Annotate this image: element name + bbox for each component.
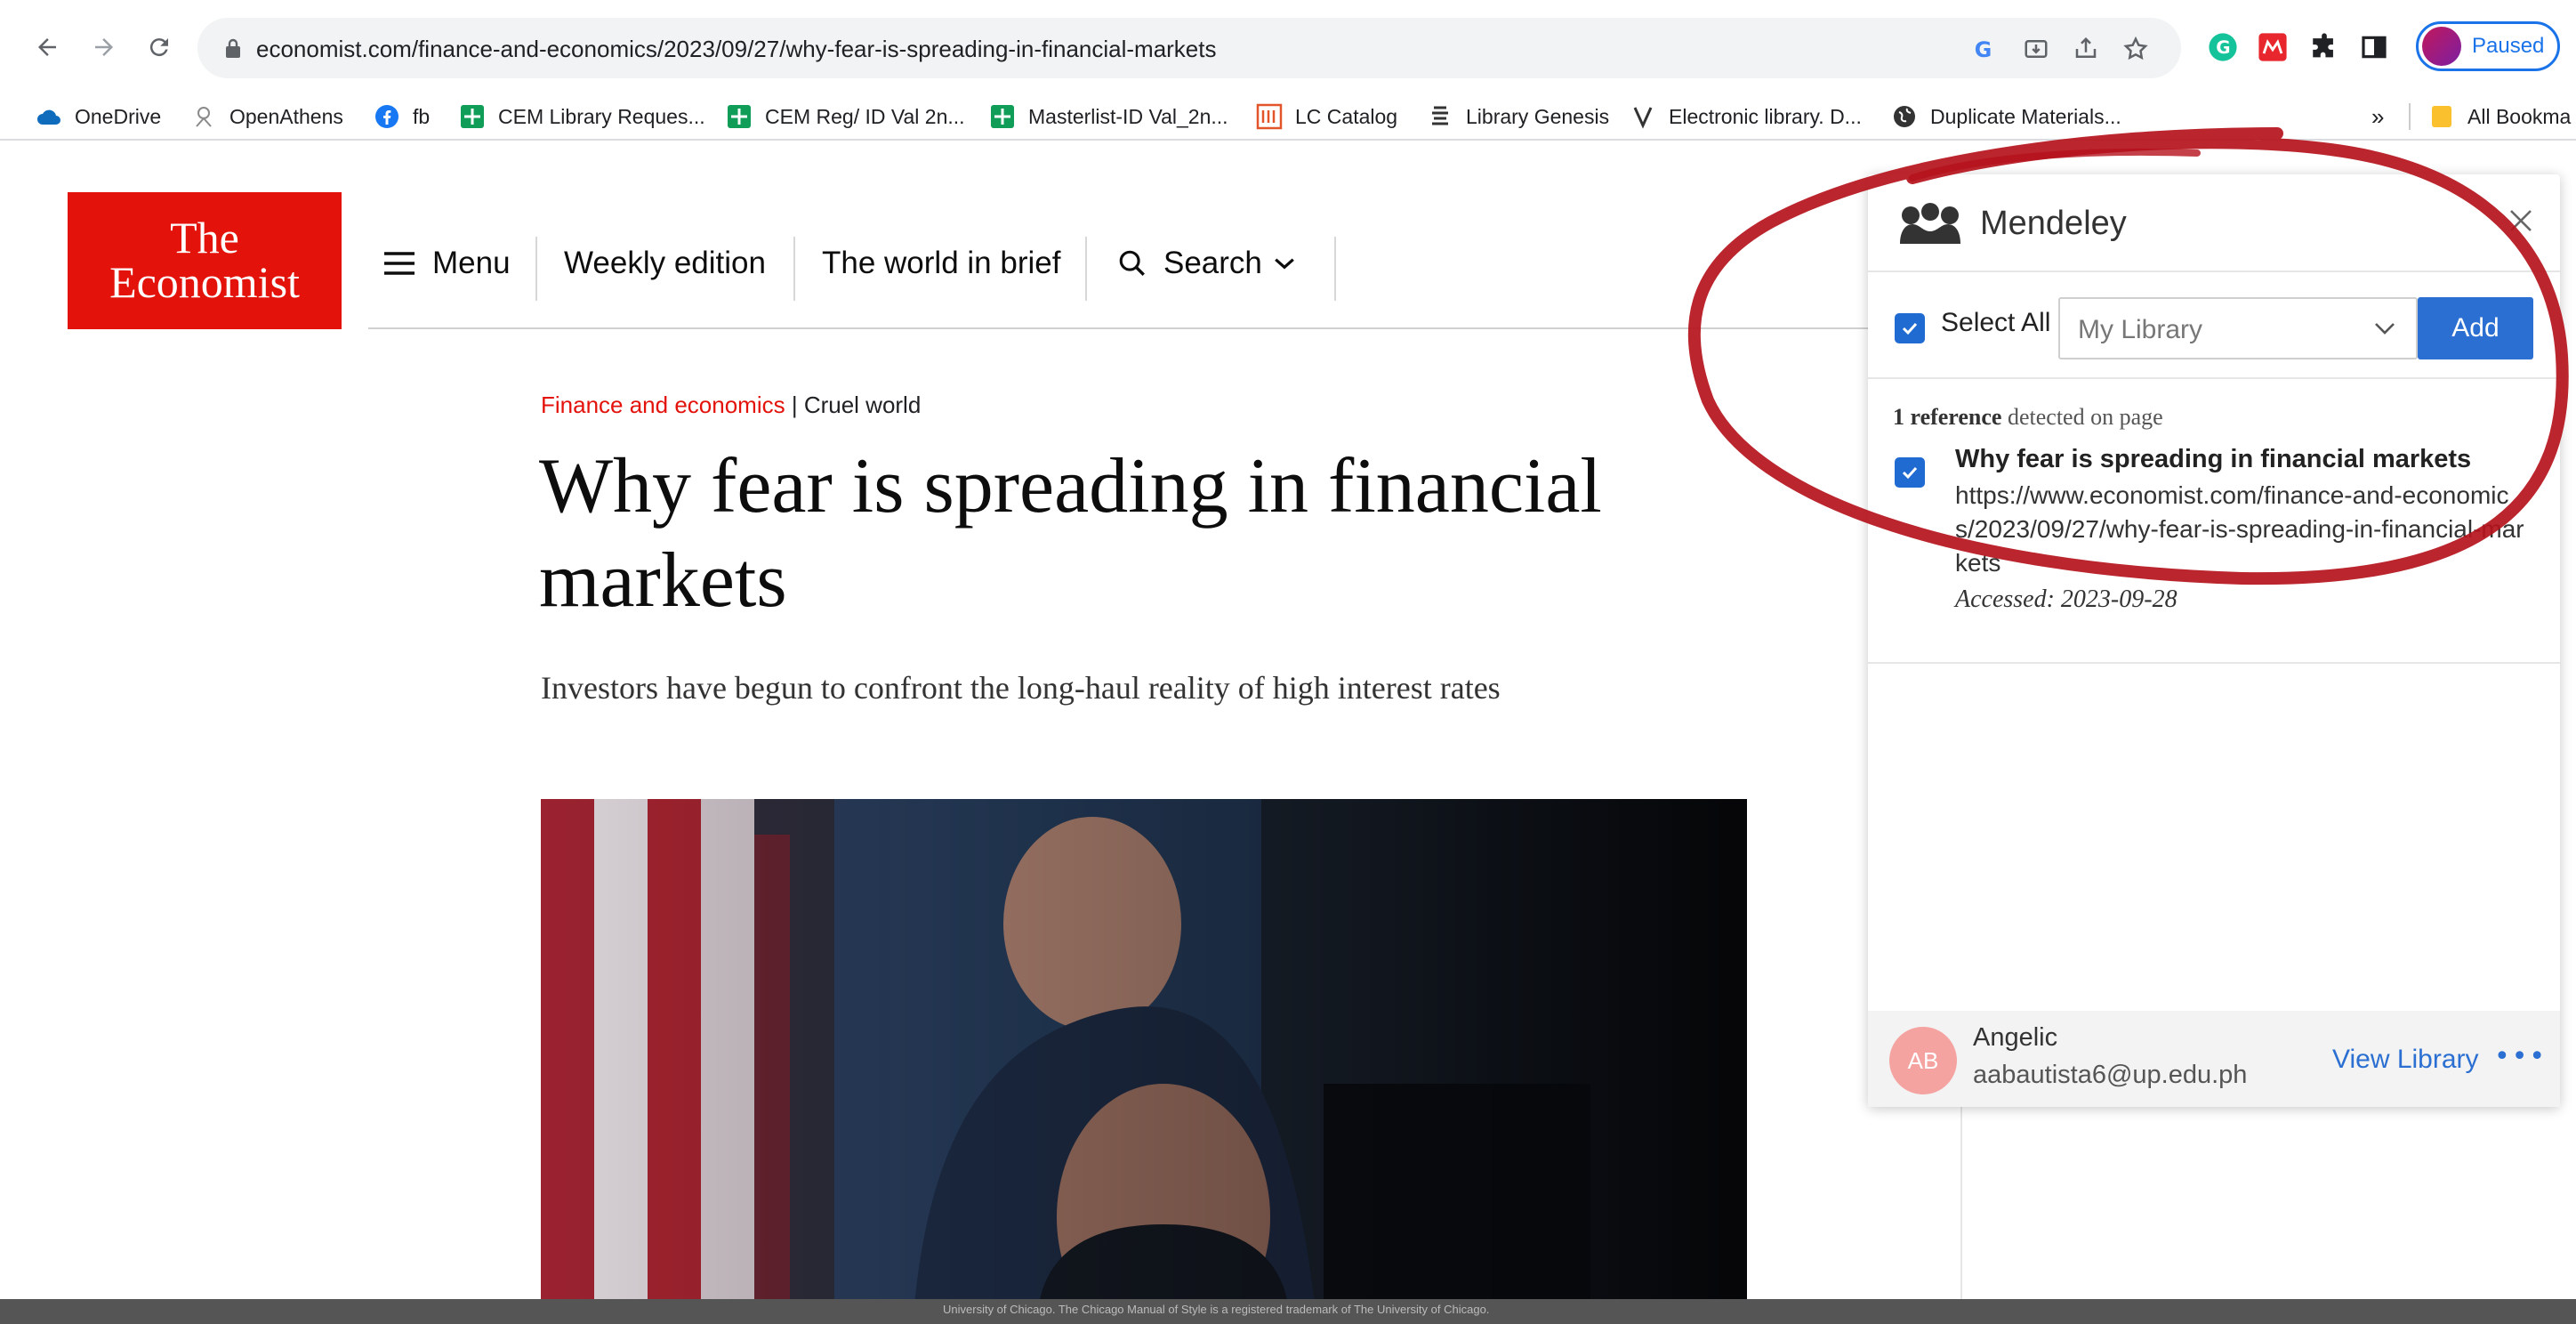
sheets-icon <box>989 103 1016 130</box>
mendeley-popup: Mendeley Select All My Library Add 1 ref… <box>1868 174 2560 1107</box>
library-value: My Library <box>2078 315 2203 344</box>
traders-photo-illustration <box>541 799 1747 1304</box>
bookmark-cem-library-request[interactable]: CEM Library Reques... <box>459 93 705 141</box>
mendeley-extension-icon[interactable] <box>2252 27 2293 68</box>
browser-toolbar: economist.com/finance-and-economics/2023… <box>0 0 2576 93</box>
profile-status: Paused <box>2472 34 2545 58</box>
bookmark-fb[interactable]: fb <box>374 93 430 141</box>
bookmark-onedrive[interactable]: OneDrive <box>36 93 161 141</box>
mendeley-header: Mendeley <box>1868 174 2560 272</box>
nav-divider <box>1334 237 1336 301</box>
reference-title: Why fear is spreading in financial marke… <box>1955 445 2472 473</box>
profile-button[interactable]: Paused <box>2416 21 2560 71</box>
more-options-button[interactable]: ••• <box>2494 1041 2547 1072</box>
article-standfirst: Investors have begun to confront the lon… <box>541 670 1501 706</box>
address-bar[interactable]: economist.com/finance-and-economics/2023… <box>197 18 2181 78</box>
bookmark-cem-reg-id[interactable]: CEM Reg/ ID Val 2n... <box>726 93 965 141</box>
nav-divider <box>793 237 795 301</box>
facebook-icon <box>374 103 400 130</box>
bookmark-library-genesis[interactable]: Library Genesis <box>1427 93 1609 141</box>
star-bookmark-icon[interactable] <box>2115 28 2156 69</box>
article-kicker: Finance and economics | Cruel world <box>541 392 922 418</box>
checkmark-icon <box>1902 322 1918 335</box>
view-library-link[interactable]: View Library <box>2332 1045 2479 1075</box>
nav-divider <box>1085 237 1087 301</box>
article-photo <box>541 799 1747 1304</box>
google-lens-icon[interactable]: G <box>1964 28 2005 69</box>
bookmarks-bar: OneDrive OpenAthens fb CEM Library Reque… <box>0 93 2576 141</box>
bookmark-lc-catalog[interactable]: LC Catalog <box>1256 93 1397 141</box>
user-name: Angelic <box>1973 1023 2058 1052</box>
libgen-icon <box>1427 103 1453 130</box>
sheets-icon <box>459 103 486 130</box>
extensions-puzzle-icon[interactable] <box>2304 27 2345 68</box>
economist-logo[interactable]: The Economist <box>68 192 342 329</box>
install-app-icon[interactable] <box>2016 28 2057 69</box>
mendeley-logo-icon <box>1900 203 1960 244</box>
search-button[interactable]: Search <box>1117 237 1296 290</box>
add-button[interactable]: Add <box>2418 297 2533 359</box>
topic-label: Cruel world <box>803 392 922 418</box>
svg-text:G: G <box>2216 37 2230 58</box>
forward-button[interactable] <box>84 27 125 68</box>
bookmark-masterlist-id[interactable]: Masterlist-ID Val_2n... <box>989 93 1228 141</box>
underlying-page-footer: University of Chicago. The Chicago Manua… <box>0 1299 2576 1324</box>
chevron-down-icon <box>1275 258 1294 270</box>
sheets-icon <box>726 103 753 130</box>
nav-world-in-brief[interactable]: The world in brief <box>822 237 1060 290</box>
site-navigation: Menu Weekly edition The world in brief S… <box>368 192 1880 329</box>
search-icon <box>1119 250 1145 276</box>
reload-button[interactable] <box>139 27 180 68</box>
chevron-down-icon <box>2375 323 2395 335</box>
zlib-icon <box>1630 103 1656 130</box>
svg-text:G: G <box>1975 37 1992 62</box>
reference-accessed: Accessed: 2023-09-28 <box>1955 585 2178 613</box>
side-panel-icon[interactable] <box>2354 27 2395 68</box>
bookmark-electronic-library[interactable]: Electronic library. D... <box>1630 93 1862 141</box>
detected-count: 1 reference detected on page <box>1893 404 2163 430</box>
hamburger-icon <box>384 252 415 275</box>
mendeley-footer: AB Angelic aabautista6@up.edu.ph View Li… <box>1868 1011 2560 1107</box>
bookmark-duplicate-materials[interactable]: Duplicate Materials... <box>1891 93 2121 141</box>
select-all-label: Select All <box>1941 308 2051 337</box>
arrow-left-icon <box>38 38 56 56</box>
footer-text: University of Chicago. The Chicago Manua… <box>943 1303 1490 1316</box>
lock-icon <box>226 38 240 58</box>
avatar: AB <box>1889 1027 1957 1094</box>
all-bookmarks-button[interactable]: All Bookma <box>2428 93 2571 141</box>
back-button[interactable] <box>27 27 68 68</box>
bookmarks-overflow-button[interactable]: » <box>2371 93 2384 141</box>
checkmark-icon <box>1902 466 1918 480</box>
grammarly-icon[interactable]: G <box>2202 27 2243 68</box>
cloud-icon <box>36 103 62 130</box>
select-row: Select All My Library Add <box>1868 272 2560 379</box>
reference-checkbox[interactable] <box>1895 457 1925 488</box>
close-icon[interactable] <box>2507 206 2535 235</box>
arrow-right-icon <box>95 38 113 56</box>
select-all-checkbox[interactable] <box>1895 313 1925 343</box>
globe-icon <box>1891 103 1918 130</box>
profile-avatar <box>2422 27 2461 66</box>
library-dropdown[interactable]: My Library <box>2058 297 2418 359</box>
user-email: aabautista6@up.edu.ph <box>1973 1061 2248 1089</box>
bookmarks-divider <box>2409 103 2411 130</box>
menu-button[interactable]: Menu <box>382 237 511 290</box>
reference-item[interactable]: Why fear is spreading in financial marke… <box>1868 441 2560 664</box>
nav-weekly-edition[interactable]: Weekly edition <box>564 237 766 290</box>
folder-icon <box>2428 103 2455 130</box>
openathens-icon <box>190 103 217 130</box>
article-headline: Why fear is spreading in financial marke… <box>539 443 1602 624</box>
nav-divider <box>535 237 537 301</box>
share-icon[interactable] <box>2065 28 2106 69</box>
mendeley-title: Mendeley <box>1980 205 2127 242</box>
bookmark-openathens[interactable]: OpenAthens <box>190 93 343 141</box>
section-link[interactable]: Finance and economics <box>541 392 785 418</box>
lc-icon <box>1256 103 1283 130</box>
reload-icon <box>149 38 168 57</box>
url-text: economist.com/finance-and-economics/2023… <box>256 36 1217 62</box>
reference-url: https://www.economist.com/finance-and-ec… <box>1955 481 2524 577</box>
